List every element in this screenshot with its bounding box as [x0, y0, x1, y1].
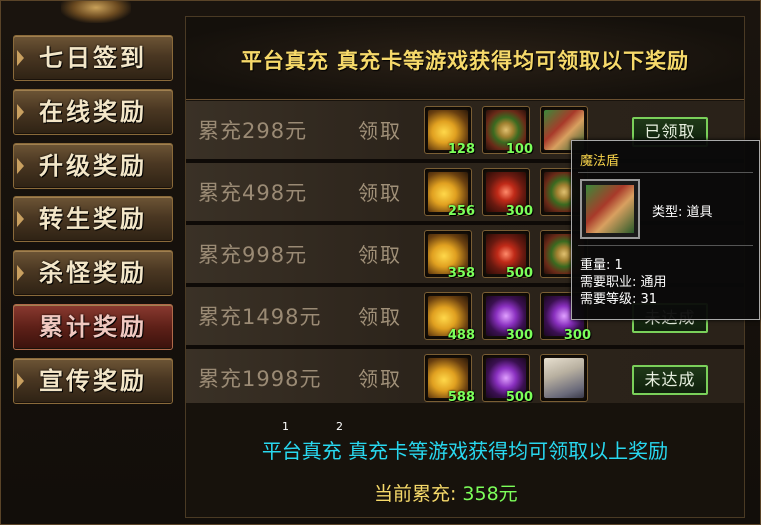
sidebar-item-label: 七日签到: [39, 43, 147, 72]
top-ornament: [61, 1, 131, 23]
item-quantity: 500: [505, 390, 533, 405]
tooltip-title: 魔法盾: [580, 154, 620, 169]
sidebar-item-rebirth-reward[interactable]: 转生奖励: [13, 196, 173, 243]
sidebar-item-online-reward[interactable]: 在线奖励: [13, 88, 173, 135]
item-quantity: 128: [447, 142, 475, 157]
sidebar-item-monster-kill-reward[interactable]: 杀怪奖励: [13, 250, 173, 297]
claim-label: 领取: [358, 181, 402, 205]
panel-header: 平台真充 真充卡等游戏获得均可领取以下奖励: [186, 17, 744, 100]
footer-index-2: 2: [336, 420, 343, 433]
sidebar-item-label: 升级奖励: [39, 150, 147, 180]
reward-window: 七日签到 在线奖励 升级奖励 转生奖励 杀怪奖励 累计奖励 宣传奖励 平台真充 …: [0, 0, 761, 525]
sidebar: 七日签到 在线奖励 升级奖励 转生奖励 杀怪奖励 累计奖励 宣传奖励: [13, 35, 173, 412]
tier-label: 累充1998元: [198, 367, 322, 391]
reward-slot[interactable]: 256: [424, 168, 475, 219]
sidebar-item-promotion-reward[interactable]: 宣传奖励: [13, 357, 173, 404]
sidebar-item-seven-day-checkin[interactable]: 七日签到: [13, 35, 173, 81]
tooltip-type: 类型: 道具: [652, 205, 713, 220]
tier-label: 累充298元: [198, 119, 308, 143]
reward-slot[interactable]: 488: [424, 292, 475, 343]
item-quantity: 100: [505, 142, 533, 157]
item-tooltip: 魔法盾 类型: 道具 重量: 1 需要职业: 通用 需要等级: 31: [571, 140, 760, 320]
item-quantity: 358: [447, 266, 475, 281]
claim-label: 领取: [358, 305, 402, 329]
item-quantity: 256: [447, 204, 475, 219]
tooltip-item-frame: [580, 179, 640, 239]
current-recharge-label: 当前累充:: [374, 483, 457, 505]
sidebar-item-cumulative-reward[interactable]: 累计奖励: [13, 303, 173, 350]
sidebar-item-label: 宣传奖励: [39, 365, 147, 395]
reward-slot[interactable]: 500: [482, 230, 533, 281]
item-quantity: 300: [505, 328, 533, 343]
sidebar-item-label: 在线奖励: [39, 96, 147, 126]
current-recharge-value: 358元: [462, 483, 518, 505]
panel-title: 平台真充 真充卡等游戏获得均可领取以下奖励: [240, 48, 690, 73]
claim-label: 领取: [358, 367, 402, 391]
reward-slot[interactable]: 588: [424, 354, 475, 405]
footer-index-1: 1: [282, 420, 289, 433]
sidebar-item-label: 累计奖励: [39, 311, 147, 341]
current-recharge: 当前累充: 358元: [374, 479, 518, 506]
reward-slot[interactable]: 358: [424, 230, 475, 281]
reward-slot[interactable]: 128: [424, 106, 475, 157]
sidebar-item-label: 杀怪奖励: [39, 258, 147, 288]
claim-label: 领取: [358, 119, 402, 143]
tier-label: 累充498元: [198, 181, 308, 205]
item-quantity: 500: [505, 266, 533, 281]
reward-slot[interactable]: 500: [482, 354, 533, 405]
reward-slot[interactable]: [540, 354, 588, 402]
reward-row: 累充1998元 领取 588 500 未达成: [186, 349, 744, 405]
tooltip-level: 需要等级: 31: [580, 292, 658, 307]
tier-label: 累充1498元: [198, 305, 322, 329]
reward-slot[interactable]: 300: [482, 168, 533, 219]
magic-shield-icon: [586, 185, 634, 233]
claim-label: 领取: [358, 243, 402, 267]
sidebar-item-levelup-reward[interactable]: 升级奖励: [13, 142, 173, 189]
item-quantity: 300: [505, 204, 533, 219]
item-quantity: 300: [563, 328, 591, 343]
item-quantity: 588: [447, 390, 475, 405]
footer-notice: 平台真充 真充卡等游戏获得均可领取以上奖励: [261, 439, 669, 463]
sidebar-item-label: 转生奖励: [39, 204, 147, 234]
not-reached-status-button[interactable]: 未达成: [632, 365, 708, 395]
sage-portrait-icon: [544, 358, 584, 398]
tooltip-divider: [578, 245, 753, 246]
reward-slot[interactable]: 300: [482, 292, 533, 343]
tooltip-divider: [578, 172, 753, 173]
reward-slot[interactable]: 100: [482, 106, 533, 157]
item-quantity: 488: [447, 328, 475, 343]
tier-label: 累充998元: [198, 243, 308, 267]
